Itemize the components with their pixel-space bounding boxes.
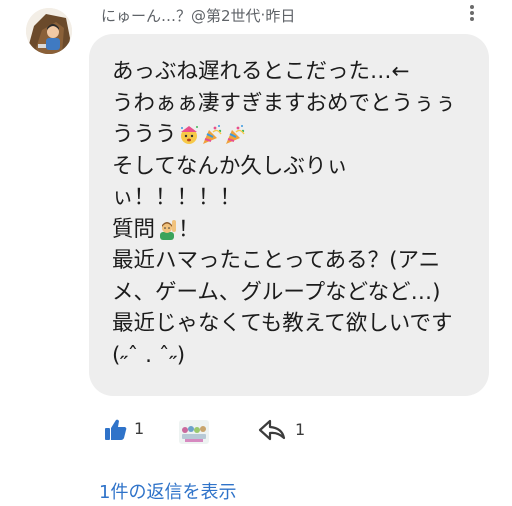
comment-bubble: あっぶね遅れるとこだった…← うわぁぁ凄すぎますおめでとうぅぅ ううう そしてな… — [89, 34, 489, 396]
author-name[interactable]: にゅーん…？@第2世代 — [101, 5, 261, 26]
share-count: 1 — [295, 420, 306, 439]
message-line: あっぶね遅れるとこだった…← — [112, 56, 479, 88]
person-raising-hand-emoji — [160, 220, 177, 241]
share-arrow-icon — [258, 419, 286, 441]
message-line: 最近ハマったことってある？(アニ — [112, 245, 479, 277]
party-popper-emoji — [202, 124, 222, 144]
message-text: あっぶね遅れるとこだった…← — [112, 59, 410, 84]
message-line: メ、ゲーム、グループなどなど…) — [112, 277, 479, 309]
comment-actions: 1 1 — [0, 410, 512, 450]
message-text: ううう — [112, 122, 177, 147]
message-text: ぃ！！！！！ — [112, 185, 242, 210]
message-line: ぃ！！！！！ — [112, 182, 479, 214]
message-text: うわぁぁ凄すぎますおめでとうぅぅ — [112, 90, 457, 116]
message-line: ううう — [112, 119, 479, 151]
view-replies-link[interactable]: 1件の返信を表示 — [99, 478, 236, 504]
message-text: メ、ゲーム、グループなどなど…) — [112, 279, 441, 305]
message-text: (˶ˆ . ˆ˶) — [112, 342, 186, 368]
message-line: 質問 ！ — [112, 214, 479, 246]
message-line: (˶ˆ . ˆ˶) — [112, 340, 479, 372]
message-text: 質問 — [112, 216, 156, 242]
comment-header: にゅーん…？@第2世代 · 昨日 — [101, 4, 295, 26]
party-popper-emoji — [225, 124, 245, 144]
message-line: 最近じゃなくても教えて欲しいです — [112, 308, 479, 340]
thumbs-up-icon — [105, 419, 127, 440]
party-popper-face-emoji — [180, 125, 198, 144]
reactor-avatar[interactable] — [179, 420, 209, 444]
comment-time: 昨日 — [265, 6, 296, 25]
message-text: 最近ハマったことってある？(アニ — [112, 248, 441, 273]
like-button[interactable] — [104, 418, 128, 442]
message-text: ！ — [178, 216, 200, 242]
message-line: そしてなんか久しぶりぃ — [112, 151, 479, 183]
message-line: うわぁぁ凄すぎますおめでとうぅぅ — [112, 88, 479, 120]
more-options-icon[interactable] — [462, 3, 482, 23]
avatar-illustration — [26, 8, 72, 54]
message-text: 最近じゃなくても教えて欲しいです — [112, 311, 453, 336]
reactor-image — [179, 420, 209, 444]
share-button[interactable] — [258, 418, 286, 442]
message-text: そしてなんか久しぶりぃ — [112, 153, 348, 179]
author-avatar[interactable] — [26, 8, 72, 54]
like-count: 1 — [134, 419, 145, 438]
